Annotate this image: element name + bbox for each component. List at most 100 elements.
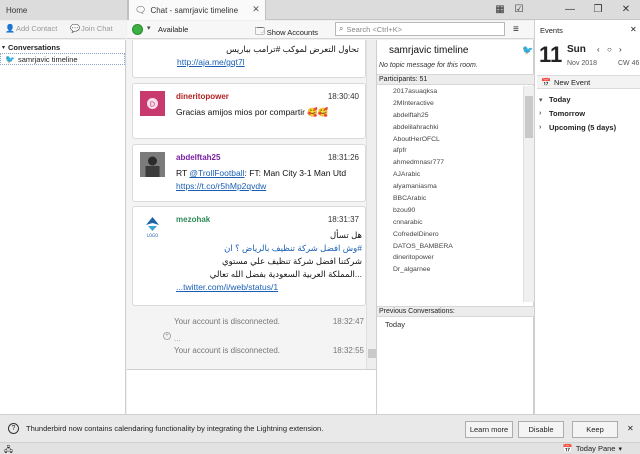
events-group-tomorrow[interactable]: › Tomorrow [539,109,585,118]
keep-button[interactable]: Keep [572,421,618,438]
new-event-button[interactable]: 📅 New Event [537,75,640,89]
add-contact-button[interactable]: 👤 Add Contact [5,24,57,33]
participant-item[interactable]: Dr_algarnee [377,264,523,276]
events-group-upcoming[interactable]: › Upcoming (5 days) [539,123,616,132]
message-author[interactable]: mezohak [176,215,210,224]
join-chat-icon: 💬 [70,24,80,33]
conversation-item-samrjavic[interactable]: 🐦 samrjavic timeline [0,53,125,65]
menu-icon[interactable]: ≡ [513,24,519,35]
message-author[interactable]: abdelftah25 [176,153,220,162]
calendar-weekday: Sun [567,44,586,55]
close-icon[interactable]: ✕ [251,4,261,14]
chat-scrollbar[interactable] [366,40,376,369]
left-toolbar: 👤 Add Contact 💬 Join Chat [0,21,126,39]
svg-text:LOGO: LOGO [147,233,158,238]
participants-list: 2017asuaqksa 2MInteractive abdelftah25 abde… [377,86,523,302]
status-dropdown-icon[interactable]: ▾ [147,24,151,32]
message-time: 18:31:26 [327,153,359,162]
participant-item[interactable]: BBCArabic [377,193,523,205]
message-link[interactable]: twitter.com/i/web/status/1... [176,282,278,292]
participant-item[interactable]: AboutHerOFCL [377,134,523,146]
participant-item[interactable]: alyamaniasma [377,181,523,193]
participant-item[interactable]: ahmedmnasr777 [377,157,523,169]
participant-item[interactable]: 2017asuaqksa [377,86,523,98]
participant-item[interactable]: abdelilahrachki [377,122,523,134]
status-bar: 🖧 📅 Today Pane ▾ [0,442,640,454]
message-body: تحاول التعرض لموكب #ترامب بباريس http://… [177,43,359,69]
room-topic: No topic message for this room. [379,62,478,69]
show-accounts-label: Show Accounts [266,27,319,37]
participant-item[interactable]: afpfr [377,145,523,157]
tab-chat-label: Chat - samrjavic timeline [150,5,239,15]
message-input[interactable] [127,369,376,414]
today-pane-toggle[interactable]: 📅 Today Pane ▾ [563,444,622,453]
show-accounts-button[interactable]: 🗔 Show Accounts [255,24,318,40]
learn-more-button[interactable]: Learn more [465,421,513,438]
scroll-thumb[interactable] [525,96,533,138]
message-line: ...المملكة العربية السعودية بفضل الله تع… [209,269,362,279]
close-icon[interactable]: ✕ [627,424,634,433]
chat-toolbar: ▾ Available 🗔 Show Accounts ⌕ Search <Ct… [127,21,534,39]
online-status-icon[interactable]: 🖧 [4,444,13,454]
add-contact-label: Add Contact [16,24,58,33]
disable-button[interactable]: Disable [518,421,564,438]
add-contact-icon: 👤 [5,24,15,33]
message-text: RT [176,168,190,178]
window-close-icon[interactable]: ✕ [619,3,633,17]
conversations-header[interactable]: ▾ Conversations [2,43,60,52]
message-body: هل تسأل #وش افضل شركة تنظيف بالرياض ؟ ان… [176,229,362,294]
message-link[interactable]: http://aja.me/gqt7l [177,57,245,67]
participant-item[interactable]: AJArabic [377,169,523,181]
participant-item[interactable]: abdelftah25 [377,110,523,122]
message-link[interactable]: https://t.co/r5hMp2qvdw [176,181,266,191]
room-title: samrjavic timeline [389,45,469,56]
tasks-icon[interactable]: ☑ [512,3,526,17]
events-group-label: Today [549,95,571,104]
events-group-label: Tomorrow [549,109,586,118]
tab-chat[interactable]: 🗨 Chat - samrjavic timeline ✕ [128,0,266,20]
system-message-text: Your account is disconnected. [174,346,280,355]
participant-item[interactable]: bzou90 [377,205,523,217]
scroll-thumb[interactable] [368,349,376,358]
events-group-today[interactable]: ▾ Today [539,95,571,104]
participant-item[interactable]: CofredelDinero [377,229,523,241]
room-icon [379,45,387,53]
message-time: 18:30:40 [327,92,359,101]
calendar-icon[interactable]: ▦ [493,3,507,17]
minimize-icon[interactable]: — [563,3,577,17]
mention-link[interactable]: @TrollFootball [189,168,244,178]
tab-bar: Home 🗨 Chat - samrjavic timeline ✕ ▦ ☑ —… [0,0,640,20]
events-pane: Events ✕ 11 Sun ‹ ○ › Nov 2018 CW 46 📅 N… [534,20,640,414]
previous-conversation-today[interactable]: Today [385,320,405,329]
tab-home[interactable]: Home [0,0,128,20]
message-card: D dineritopower 18:30:40 Gracias amijos … [132,83,366,139]
calendar-month-year: Nov 2018 [567,60,597,67]
status-available-icon[interactable] [132,24,143,35]
join-chat-label: Join Chat [81,24,113,33]
keep-label: Keep [586,425,604,434]
message-line: شركتنا افضل شركة تنظيف علي مستوي [221,256,362,266]
participant-item[interactable]: 2MInteractive [377,98,523,110]
participant-item[interactable]: cnnarabic [377,217,523,229]
calendar-day-number: 11 [539,42,563,67]
status-label[interactable]: Available [158,25,188,34]
expand-icon[interactable]: + [163,332,171,340]
previous-day-icon[interactable]: ‹ [597,45,600,54]
message-card: LOGO mezohak 18:31:37 هل تسأل #وش افضل ش… [132,206,366,306]
system-message: Your account is disconnected. 18:32:47 [174,317,364,326]
expanded-icon: ▾ [539,96,543,104]
participant-item[interactable]: dineritopower [377,252,523,264]
next-day-icon[interactable]: › [619,45,622,54]
message-author[interactable]: dineritopower [176,92,229,101]
join-chat-button[interactable]: 💬 Join Chat [70,24,113,33]
system-message-time: 18:32:55 [332,346,364,355]
today-icon[interactable]: ○ [607,45,612,54]
twitter-icon: 🐦 [5,54,15,64]
restore-icon[interactable]: ❐ [591,3,605,17]
participant-item[interactable]: DATOS_BAMBERA [377,241,523,253]
close-icon[interactable]: ✕ [630,25,637,34]
message-text: : FT: Man City 3-1 Man Utd [244,168,347,178]
search-input[interactable]: ⌕ Search <Ctrl+K> [335,22,505,36]
events-title: Events [540,26,563,35]
message-card: abdelftah25 18:31:26 RT @TrollFootball: … [132,144,366,202]
